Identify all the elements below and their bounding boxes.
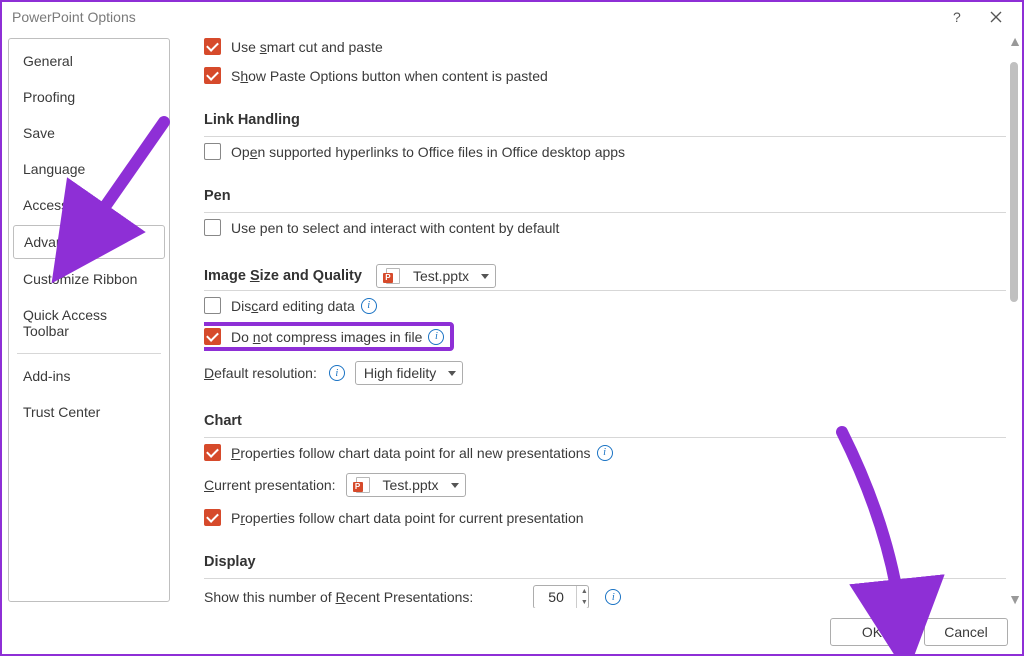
checkbox-paste-options[interactable] <box>204 67 221 84</box>
sidebar-item-quick-access[interactable]: Quick Access Toolbar <box>9 297 169 349</box>
options-dialog: PowerPoint Options ? General Proofing Sa… <box>0 0 1024 656</box>
info-icon[interactable] <box>428 329 444 345</box>
ok-button[interactable]: OK <box>830 618 914 646</box>
select-current-presentation[interactable]: Test.pptx <box>346 473 466 497</box>
window-title: PowerPoint Options <box>12 9 136 25</box>
label-discard: Discard editing data <box>231 298 355 314</box>
close-button[interactable] <box>976 2 1016 32</box>
cancel-button[interactable]: Cancel <box>924 618 1008 646</box>
sidebar-item-general[interactable]: General <box>9 43 169 79</box>
spin-up[interactable]: ▲ <box>577 586 591 597</box>
section-image-size: Image Size and Quality Test.pptx Discard… <box>204 254 1006 391</box>
sidebar-item-proofing[interactable]: Proofing <box>9 79 169 115</box>
heading-pen: Pen <box>204 178 1006 210</box>
section-link-handling: Link Handling Open supported hyperlinks … <box>204 102 1006 166</box>
select-image-target-file[interactable]: Test.pptx <box>376 264 496 288</box>
spin-recent-count[interactable]: ▲ ▼ <box>533 585 589 608</box>
sidebar-separator <box>17 353 161 354</box>
highlight-do-not-compress: Do not compress images in file <box>204 322 454 351</box>
label-paste-options: Show Paste Options button when content i… <box>231 68 548 84</box>
checkbox-smart-cut[interactable] <box>204 38 221 55</box>
chevron-down-icon <box>451 483 459 488</box>
input-recent-count[interactable] <box>548 589 576 605</box>
heading-display: Display <box>204 544 1006 576</box>
scroll-up-arrow[interactable]: ▲ <box>1008 34 1022 48</box>
checkbox-do-not-compress[interactable] <box>204 328 221 345</box>
row-paste-options: Show Paste Options button when content i… <box>204 61 1006 90</box>
checkbox-pen-default[interactable] <box>204 219 221 236</box>
label-open-hyperlinks: Open supported hyperlinks to Office file… <box>231 144 625 160</box>
sidebar-item-customize-ribbon[interactable]: Customize Ribbon <box>9 261 169 297</box>
row-smart-cut: Use smart cut and paste <box>204 32 1006 61</box>
label-chart-all: Properties follow chart data point for a… <box>231 445 591 461</box>
heading-link-handling: Link Handling <box>204 102 1006 134</box>
checkbox-chart-current[interactable] <box>204 509 221 526</box>
chevron-down-icon <box>448 371 456 376</box>
sidebar-item-addins[interactable]: Add-ins <box>9 358 169 394</box>
content-pane: Use smart cut and paste Show Paste Optio… <box>176 32 1022 608</box>
label-smart-cut: Use smart cut and paste <box>231 39 383 55</box>
sidebar: General Proofing Save Language Accessibi… <box>2 32 176 608</box>
sidebar-item-accessibility[interactable]: Accessibility <box>9 187 169 223</box>
dialog-footer: OK Cancel <box>830 618 1008 646</box>
chevron-down-icon <box>481 274 489 279</box>
label-current-presentation: Current presentation: <box>204 477 336 493</box>
scrollbar-thumb[interactable] <box>1010 62 1018 302</box>
select-default-resolution[interactable]: High fidelity <box>355 361 463 385</box>
titlebar: PowerPoint Options ? <box>2 2 1022 32</box>
heading-chart: Chart <box>204 403 1006 435</box>
checkbox-open-hyperlinks[interactable] <box>204 143 221 160</box>
info-icon[interactable] <box>361 298 377 314</box>
vertical-scrollbar[interactable]: ▲ ▼ <box>1008 34 1020 606</box>
help-button[interactable]: ? <box>936 2 976 32</box>
info-icon[interactable] <box>605 589 621 605</box>
label-chart-current: Properties follow chart data point for c… <box>231 510 584 526</box>
label-pen-default: Use pen to select and interact with cont… <box>231 220 559 236</box>
section-display: Display Show this number of Recent Prese… <box>204 544 1006 608</box>
pptx-file-icon <box>385 268 401 284</box>
label-default-resolution: Default resolution: <box>204 365 317 381</box>
pptx-file-icon <box>355 477 371 493</box>
info-icon[interactable] <box>597 445 613 461</box>
label-recent-presentations: Show this number of Recent Presentations… <box>204 589 473 605</box>
sidebar-item-trust-center[interactable]: Trust Center <box>9 394 169 430</box>
sidebar-item-language[interactable]: Language <box>9 151 169 187</box>
info-icon[interactable] <box>329 365 345 381</box>
section-chart: Chart Properties follow chart data point… <box>204 403 1006 532</box>
checkbox-discard-editing-data[interactable] <box>204 297 221 314</box>
section-pen: Pen Use pen to select and interact with … <box>204 178 1006 242</box>
spin-down[interactable]: ▼ <box>577 597 591 608</box>
scroll-down-arrow[interactable]: ▼ <box>1008 592 1022 606</box>
checkbox-chart-all[interactable] <box>204 444 221 461</box>
label-do-not-compress: Do not compress images in file <box>231 329 422 345</box>
sidebar-item-save[interactable]: Save <box>9 115 169 151</box>
heading-image-size: Image Size and Quality <box>204 268 362 284</box>
sidebar-item-advanced[interactable]: Advanced <box>13 225 165 259</box>
svg-text:?: ? <box>953 11 961 23</box>
